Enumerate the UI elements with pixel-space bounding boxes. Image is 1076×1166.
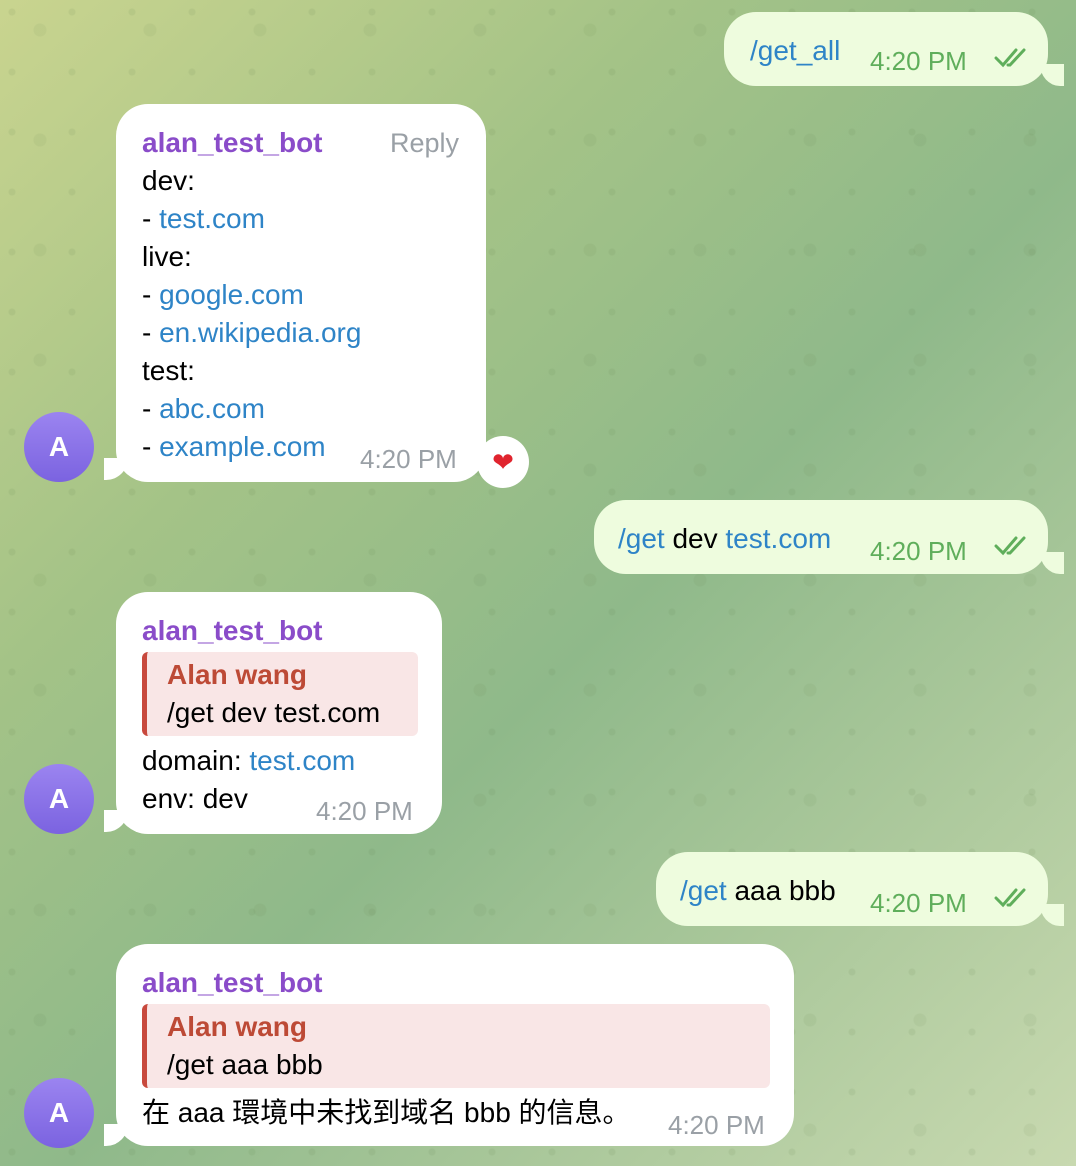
list-line: - en.wikipedia.org — [142, 314, 361, 352]
double-check-icon — [994, 536, 1026, 556]
dash: - — [142, 279, 160, 310]
list-line: - abc.com — [142, 390, 265, 428]
dash: - — [142, 393, 160, 424]
outgoing-message-get-all[interactable]: /get_all 4:20 PM — [724, 12, 1048, 86]
message-time: 4:20 PM — [870, 888, 967, 918]
sender-name[interactable]: alan_test_bot — [142, 964, 323, 1002]
command-link[interactable]: /get — [618, 523, 665, 554]
quote-text: /get dev test.com — [167, 697, 381, 728]
link-google-com[interactable]: google.com — [159, 279, 304, 310]
quote-text: /get aaa bbb — [167, 1049, 323, 1080]
quote-author: Alan wang — [167, 1011, 308, 1042]
link-abc-com[interactable]: abc.com — [159, 393, 265, 424]
dash: - — [142, 431, 160, 462]
message-text: /get aaa bbb — [680, 872, 836, 910]
reply-quote[interactable]: Alan wang /get aaa bbb — [142, 1004, 770, 1088]
command-args: aaa bbb — [726, 875, 836, 906]
bot-message-get-aaa[interactable]: alan_test_bot Alan wang /get aaa bbb 在 a… — [116, 944, 794, 1146]
bot-avatar[interactable]: A — [24, 1078, 94, 1148]
dash: - — [142, 317, 160, 348]
list-line: - google.com — [142, 276, 304, 314]
env-line: env: dev — [142, 783, 248, 814]
reply-button[interactable]: Reply — [390, 124, 459, 162]
command-link[interactable]: /get_all — [750, 32, 840, 70]
message-text: /get dev test.com — [618, 520, 831, 558]
link-en-wikipedia-org[interactable]: en.wikipedia.org — [159, 317, 361, 348]
message-body: 在 aaa 環境中未找到域名 bbb 的信息。 — [142, 1097, 631, 1128]
list-line: - example.com — [142, 428, 326, 466]
dash: - — [142, 203, 160, 234]
sender-name[interactable]: alan_test_bot — [142, 124, 323, 162]
domain-line: domain: test.com — [142, 742, 355, 780]
bubble-tail — [1040, 552, 1064, 574]
message-time: 4:20 PM — [360, 444, 457, 474]
bot-avatar[interactable]: A — [24, 764, 94, 834]
outgoing-message-get-aaa[interactable]: /get aaa bbb 4:20 PM — [656, 852, 1048, 926]
heart-reaction-icon[interactable]: ❤ — [477, 436, 529, 488]
domain-label: domain: — [142, 745, 250, 776]
message-time: 4:20 PM — [316, 796, 413, 826]
bubble-tail — [1040, 904, 1064, 926]
message-time: 4:20 PM — [668, 1110, 765, 1140]
link-test-com[interactable]: test.com — [725, 523, 831, 554]
double-check-icon — [994, 48, 1026, 68]
bubble-tail — [1040, 64, 1064, 86]
reply-quote[interactable]: Alan wang /get dev test.com — [142, 652, 418, 736]
bot-message-get-dev[interactable]: alan_test_bot Alan wang /get dev test.co… — [116, 592, 442, 834]
list-line: - test.com — [142, 200, 265, 238]
bot-avatar[interactable]: A — [24, 412, 94, 482]
text-dev-label: dev: — [142, 165, 195, 196]
command-args: dev — [664, 523, 726, 554]
link-example-com[interactable]: example.com — [159, 431, 326, 462]
command-link[interactable]: /get — [680, 875, 727, 906]
bot-message-get-all[interactable]: alan_test_bot Reply dev: - test.com live… — [116, 104, 486, 482]
text-test-label: test: — [142, 355, 195, 386]
quote-author: Alan wang — [167, 659, 308, 690]
message-time: 4:20 PM — [870, 46, 967, 76]
sender-name[interactable]: alan_test_bot — [142, 612, 323, 650]
text-live-label: live: — [142, 241, 192, 272]
link-test-com[interactable]: test.com — [249, 745, 355, 776]
message-time: 4:20 PM — [870, 536, 967, 566]
double-check-icon — [994, 888, 1026, 908]
link-test-com[interactable]: test.com — [159, 203, 265, 234]
outgoing-message-get-dev[interactable]: /get dev test.com 4:20 PM — [594, 500, 1048, 574]
